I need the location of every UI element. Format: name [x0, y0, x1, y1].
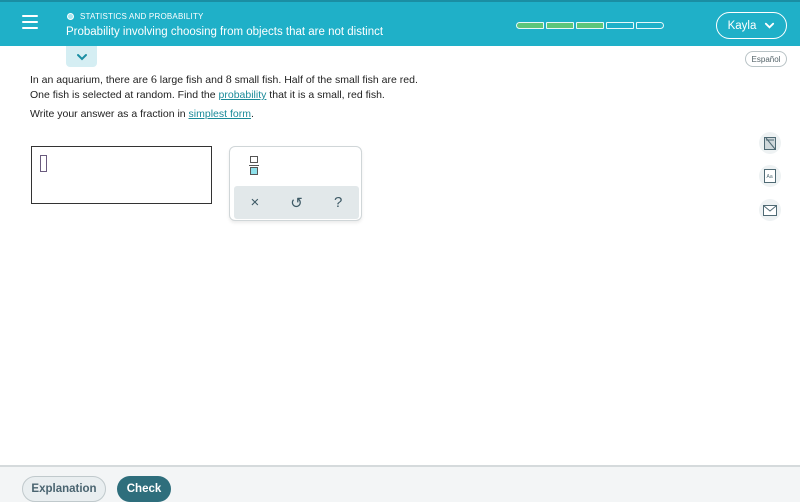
- fraction-icon-denominator: [250, 167, 258, 175]
- calculator-button[interactable]: [759, 132, 781, 154]
- probability-link[interactable]: probability: [219, 89, 267, 101]
- question-text-part: One fish is selected at random. Find the: [30, 89, 219, 101]
- message-button[interactable]: [759, 199, 781, 221]
- top-header: STATISTICS AND PROBABILITY Probability i…: [0, 0, 800, 46]
- question-text-part: large fish and: [156, 74, 226, 86]
- explanation-button[interactable]: Explanation: [22, 476, 106, 502]
- help-button[interactable]: ?: [323, 194, 353, 211]
- instruction-text: Write your answer as a fraction in simpl…: [30, 108, 254, 120]
- instruction-part: Write your answer as a fraction in: [30, 108, 189, 120]
- progress-segment: [516, 22, 544, 29]
- question-text-part: small fish. Half of the small fish are r…: [231, 74, 418, 86]
- language-button[interactable]: Español: [745, 51, 787, 67]
- question-text-part: that it is a small, red fish.: [266, 89, 385, 101]
- calculator-icon: [764, 136, 776, 150]
- topic-dot-icon: [67, 13, 74, 20]
- progress-segment: [636, 22, 664, 29]
- topic-label: STATISTICS AND PROBABILITY: [67, 12, 204, 21]
- check-button[interactable]: Check: [117, 476, 171, 502]
- answer-input[interactable]: [31, 146, 212, 204]
- progress-segment: [546, 22, 574, 29]
- undo-button[interactable]: ↺: [281, 194, 311, 212]
- chevron-down-icon: [765, 22, 775, 29]
- menu-icon[interactable]: [22, 15, 38, 31]
- glossary-button[interactable]: Aa: [759, 165, 781, 187]
- user-menu-button[interactable]: Kayla: [716, 12, 787, 39]
- fraction-button[interactable]: [247, 155, 261, 177]
- question-text-part: In an aquarium, there are: [30, 74, 151, 86]
- message-icon: [763, 204, 777, 216]
- clear-button[interactable]: ×: [240, 194, 270, 211]
- progress-segment: [576, 22, 604, 29]
- svg-text:Aa: Aa: [767, 174, 773, 180]
- instruction-part: .: [250, 108, 254, 120]
- collapse-toggle[interactable]: [66, 46, 97, 67]
- footer-bar: Explanation Check: [0, 465, 800, 502]
- simplest-form-link[interactable]: simplest form: [189, 108, 251, 120]
- glossary-icon: Aa: [764, 169, 776, 183]
- page-title: Probability involving choosing from obje…: [66, 26, 384, 38]
- keypad-actions: × ↺ ?: [234, 186, 359, 219]
- math-keypad: × ↺ ?: [229, 146, 362, 221]
- progress-segment: [606, 22, 634, 29]
- topic-text: STATISTICS AND PROBABILITY: [80, 12, 204, 21]
- fraction-icon-bar: [249, 165, 259, 166]
- progress-bar: [516, 22, 664, 29]
- user-name: Kayla: [727, 19, 757, 32]
- chevron-down-icon: [76, 53, 87, 60]
- input-cursor-slot: [40, 155, 47, 172]
- fraction-icon-numerator: [250, 156, 258, 163]
- question-text: In an aquarium, there are 6 large fish a…: [30, 72, 418, 103]
